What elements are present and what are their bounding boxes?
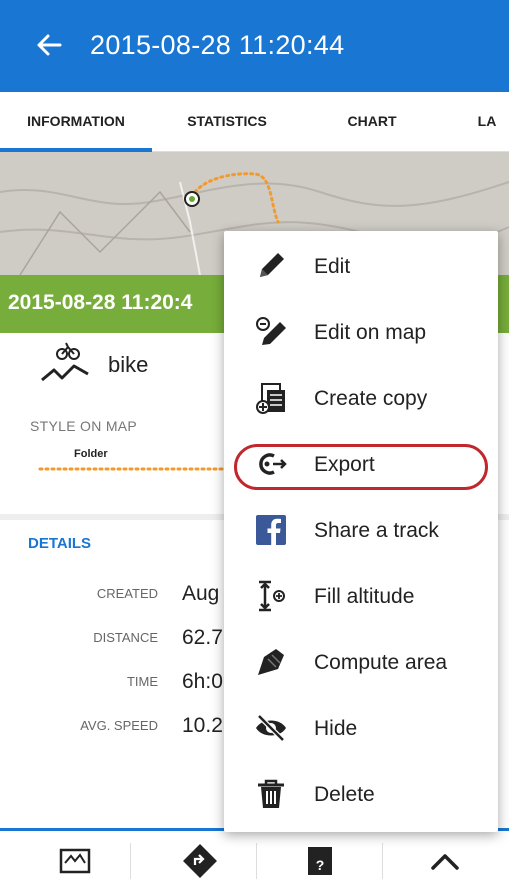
style-on-map-label: STYLE ON MAP <box>30 418 138 434</box>
edit-on-map-icon <box>256 317 286 345</box>
altitude-icon <box>259 580 285 612</box>
track-name: 2015-08-28 11:20:4 <box>8 291 193 314</box>
menu-item-create-copy[interactable]: Create copy <box>224 365 498 431</box>
detail-key-avg-speed: AVG. SPEED <box>80 718 158 733</box>
menu-item-label: Edit on map <box>314 321 427 344</box>
detail-key-time: TIME <box>126 674 158 689</box>
detail-value-created: Aug <box>182 582 220 605</box>
menu-item-edit[interactable]: Edit <box>224 233 498 299</box>
menu-item-label: Edit <box>314 255 351 278</box>
detail-value-distance: 62.7 <box>182 626 223 649</box>
details-heading: DETAILS <box>28 535 92 552</box>
navigate-icon[interactable] <box>180 841 220 881</box>
tab-information[interactable]: INFORMATION <box>0 92 152 152</box>
menu-item-label: Delete <box>314 783 375 806</box>
menu-item-label: Fill altitude <box>314 585 415 608</box>
menu-item-hide[interactable]: Hide <box>224 695 498 761</box>
track-context-menu: Edit Edit on map Create copy Export Shar… <box>224 231 498 832</box>
app-bar: 2015-08-28 11:20:44 <box>0 0 509 92</box>
export-highlight-outline <box>234 444 488 490</box>
menu-item-label: Create copy <box>314 387 428 410</box>
menu-item-label: Hide <box>314 717 358 740</box>
menu-item-label: Compute area <box>314 651 448 674</box>
map-icon[interactable] <box>55 841 95 881</box>
page-title: 2015-08-28 11:20:44 <box>90 30 345 60</box>
detail-key-distance: DISTANCE <box>93 630 158 645</box>
detail-value-time: 6h:0 <box>182 670 223 693</box>
tab-chart[interactable]: CHART <box>302 92 442 152</box>
track-style-preview[interactable] <box>38 466 238 472</box>
trash-icon <box>258 779 284 808</box>
menu-item-edit-on-map[interactable]: Edit on map <box>224 299 498 365</box>
svg-text:?: ? <box>316 857 325 873</box>
back-arrow-icon[interactable] <box>34 30 64 60</box>
copy-icon <box>256 383 285 414</box>
detail-key-created: CREATED <box>96 586 158 601</box>
tab-la[interactable]: LA <box>442 92 509 152</box>
facebook-icon <box>256 515 286 545</box>
chevron-up-icon[interactable] <box>425 841 465 881</box>
menu-item-share-track[interactable]: Share a track <box>224 497 498 563</box>
hide-icon <box>256 714 286 742</box>
detail-value-avg-speed: 10.2 <box>182 714 223 737</box>
activity-label: bike <box>108 352 149 377</box>
menu-item-compute-area[interactable]: Compute area <box>224 629 498 695</box>
menu-item-label: Share a track <box>314 519 439 542</box>
menu-item-fill-altitude[interactable]: Fill altitude <box>224 563 498 629</box>
menu-item-delete[interactable]: Delete <box>224 761 498 827</box>
route-planner-icon[interactable]: ? <box>300 841 340 881</box>
folder-label: Folder <box>74 448 108 460</box>
area-icon <box>258 649 284 675</box>
bottom-toolbar: ? <box>0 828 509 894</box>
pencil-icon <box>260 253 284 277</box>
bike-activity-icon <box>41 342 89 382</box>
tab-statistics[interactable]: STATISTICS <box>152 92 302 152</box>
tab-bar: INFORMATION STATISTICS CHART LA <box>0 92 509 152</box>
